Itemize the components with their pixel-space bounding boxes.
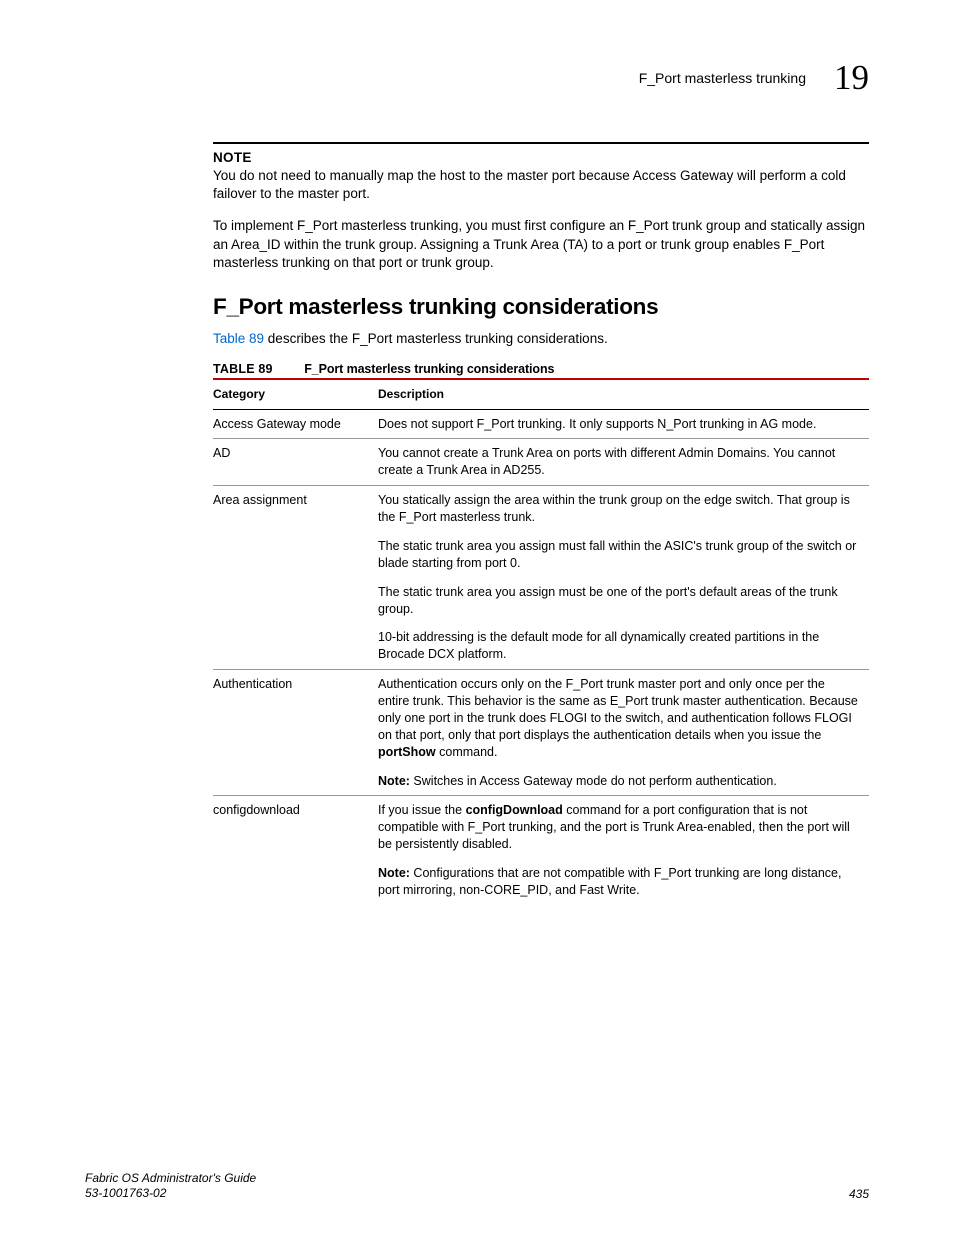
table-label: TABLE 89: [213, 362, 273, 376]
lead-paragraph: Table 89 describes the F_Port masterless…: [213, 330, 869, 348]
description-paragraph: Does not support F_Port trunking. It onl…: [378, 416, 859, 433]
table-title: F_Port masterless trunking consideration…: [304, 362, 554, 376]
table-row: Area assignmentYou statically assign the…: [213, 486, 869, 670]
intro-paragraph: To implement F_Port masterless trunking,…: [213, 217, 869, 272]
table-cell-category: Authentication: [213, 670, 378, 796]
table-row: AuthenticationAuthentication occurs only…: [213, 670, 869, 796]
page-footer: Fabric OS Administrator's Guide 53-10017…: [85, 1171, 869, 1201]
table-cell-category: Area assignment: [213, 486, 378, 670]
description-paragraph: Note: Switches in Access Gateway mode do…: [378, 773, 859, 790]
table-row: ADYou cannot create a Trunk Area on port…: [213, 439, 869, 486]
chapter-number: 19: [834, 58, 869, 98]
table-cell-description: Does not support F_Port trunking. It onl…: [378, 409, 869, 439]
table-cell-category: configdownload: [213, 796, 378, 905]
note-body: You do not need to manually map the host…: [213, 167, 869, 203]
footer-book-title: Fabric OS Administrator's Guide: [85, 1171, 256, 1186]
considerations-table: Category Description Access Gateway mode…: [213, 378, 869, 904]
section-title: F_Port masterless trunking: [639, 70, 806, 86]
table-row: configdownloadIf you issue the configDow…: [213, 796, 869, 905]
description-paragraph: 10-bit addressing is the default mode fo…: [378, 629, 859, 663]
table-cross-reference-link[interactable]: Table 89: [213, 331, 264, 346]
table-cell-category: AD: [213, 439, 378, 486]
table-header-description: Description: [378, 379, 869, 409]
table-caption: TABLE 89 F_Port masterless trunking cons…: [213, 362, 869, 376]
description-paragraph: You statically assign the area within th…: [378, 492, 859, 526]
table-cell-description: You cannot create a Trunk Area on ports …: [378, 439, 869, 486]
table-cell-description: If you issue the configDownload command …: [378, 796, 869, 905]
table-cell-category: Access Gateway mode: [213, 409, 378, 439]
description-paragraph: If you issue the configDownload command …: [378, 802, 859, 853]
description-paragraph: Note: Configurations that are not compat…: [378, 865, 859, 899]
table-header-category: Category: [213, 379, 378, 409]
description-paragraph: The static trunk area you assign must fa…: [378, 538, 859, 572]
description-paragraph: You cannot create a Trunk Area on ports …: [378, 445, 859, 479]
lead-rest: describes the F_Port masterless trunking…: [264, 331, 608, 346]
note-label: NOTE: [213, 150, 869, 165]
table-cell-description: Authentication occurs only on the F_Port…: [378, 670, 869, 796]
footer-doc-number: 53-1001763-02: [85, 1186, 256, 1201]
section-heading: F_Port masterless trunking consideration…: [213, 294, 869, 320]
table-cell-description: You statically assign the area within th…: [378, 486, 869, 670]
description-paragraph: The static trunk area you assign must be…: [378, 584, 859, 618]
footer-page-number: 435: [849, 1187, 869, 1201]
table-row: Access Gateway modeDoes not support F_Po…: [213, 409, 869, 439]
description-paragraph: Authentication occurs only on the F_Port…: [378, 676, 859, 760]
running-header: F_Port masterless trunking 19: [85, 58, 869, 98]
content-area: NOTE You do not need to manually map the…: [213, 142, 869, 905]
note-rule: [213, 142, 869, 144]
